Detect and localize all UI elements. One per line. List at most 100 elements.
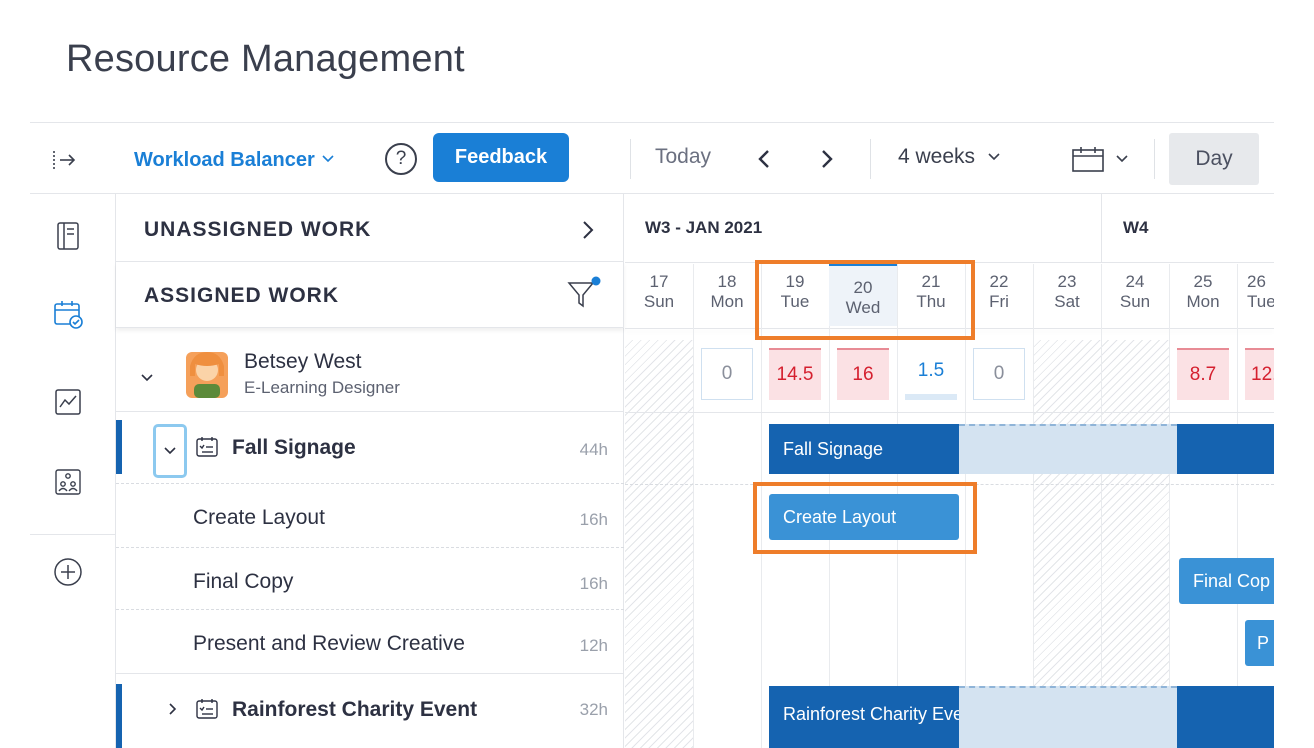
day-of-week: Mon: [710, 292, 744, 311]
project-bar[interactable]: [1177, 424, 1274, 474]
task-row[interactable]: Final Copy 16h: [116, 548, 624, 610]
hours-cell[interactable]: 0: [701, 348, 753, 400]
day-of-week: Mon: [1186, 292, 1220, 311]
day-of-week: Sat: [1054, 292, 1080, 311]
chevron-down-icon: [321, 151, 335, 169]
toolbar: Workload Balancer ? Feedback Today 4 wee…: [30, 122, 1274, 194]
project-icon: [196, 436, 218, 463]
day-header[interactable]: 22 Fri: [965, 264, 1033, 326]
hours-cell[interactable]: 1.5: [905, 348, 957, 400]
task-name: Create Layout: [193, 506, 325, 529]
chevron-right-icon[interactable]: [582, 220, 594, 245]
day-header[interactable]: 25 Mon: [1169, 264, 1237, 326]
day-number: 23: [1057, 272, 1077, 291]
task-bar[interactable]: Final Cop: [1179, 558, 1274, 604]
range-label: 4 weeks: [898, 145, 976, 168]
task-row[interactable]: Present and Review Creative 12h: [116, 610, 624, 674]
assigned-work-label: ASSIGNED WORK: [144, 284, 340, 307]
weekend-shading: [625, 340, 693, 748]
row-divider: [625, 412, 1274, 413]
expand-toggle[interactable]: [153, 424, 187, 478]
project-bar-gap: [959, 686, 1177, 748]
task-hours: 16h: [579, 574, 608, 593]
add-icon[interactable]: [52, 556, 84, 588]
task-row[interactable]: Create Layout 16h: [116, 484, 624, 548]
project-icon: [196, 698, 218, 725]
divider: [1154, 139, 1155, 179]
assigned-work-row: ASSIGNED WORK: [116, 262, 624, 328]
hours-cell-overload[interactable]: 12.: [1245, 348, 1274, 400]
task-name: Present and Review Creative: [193, 632, 465, 655]
today-button[interactable]: Today: [655, 145, 711, 169]
workload-balancer-label: Workload Balancer: [134, 148, 315, 171]
chevron-right-icon[interactable]: [168, 702, 178, 721]
hours-cell-overload[interactable]: 16: [837, 348, 889, 400]
help-button[interactable]: ?: [385, 143, 417, 175]
workload-balancer-dropdown[interactable]: Workload Balancer: [134, 147, 335, 173]
highlight-box: [753, 482, 977, 554]
day-number: 22: [989, 272, 1009, 291]
chevron-right-icon: [822, 150, 833, 168]
project-row[interactable]: Fall Signage 44h: [116, 412, 624, 484]
project-name: Fall Signage: [232, 436, 356, 459]
range-dropdown[interactable]: 4 weeks: [898, 145, 1001, 169]
rail-divider: [30, 534, 116, 535]
day-number: 25: [1193, 272, 1213, 291]
project-name: Rainforest Charity Event: [232, 698, 478, 721]
day-header[interactable]: 17 Sun: [625, 264, 693, 326]
next-period-button[interactable]: [815, 143, 839, 175]
day-header[interactable]: 26 Tue: [1237, 264, 1274, 326]
unassigned-work-row[interactable]: UNASSIGNED WORK: [116, 194, 624, 262]
previous-period-button[interactable]: [752, 143, 776, 175]
day-of-week: Sun: [1119, 292, 1151, 311]
week-label: W3 - JAN 2021: [645, 218, 763, 237]
task-name: Final Copy: [193, 570, 294, 593]
task-bar[interactable]: P: [1245, 620, 1274, 666]
filter-icon[interactable]: [566, 276, 602, 315]
left-rail: [30, 194, 116, 748]
week-label: W4: [1123, 218, 1149, 237]
chevron-down-icon[interactable]: [140, 370, 154, 388]
day-header[interactable]: 18 Mon: [693, 264, 761, 326]
workload-calendar-icon[interactable]: [52, 298, 84, 330]
timeline: W3 - JAN 2021 W4 17 Sun 18 Mon 19 Tue 20 Wed…: [625, 194, 1274, 748]
person-name: Betsey West: [244, 350, 362, 373]
analytics-icon[interactable]: [52, 386, 84, 418]
feedback-button[interactable]: Feedback: [433, 133, 569, 182]
project-accent: [116, 684, 122, 748]
week-divider: [1101, 194, 1102, 262]
chevron-left-icon: [758, 150, 769, 168]
collapse-panel-icon[interactable]: [50, 147, 80, 173]
day-header[interactable]: 23 Sat: [1033, 264, 1101, 326]
projects-icon[interactable]: [52, 220, 84, 252]
team-icon[interactable]: [52, 466, 84, 498]
project-hours: 44h: [579, 440, 608, 459]
avatar: [184, 350, 230, 405]
project-row[interactable]: Rainforest Charity Event 32h: [116, 684, 624, 748]
day-number: 24: [1125, 272, 1145, 291]
grid-line: [1237, 264, 1238, 748]
person-role: E-Learning Designer: [244, 378, 400, 397]
calendar-picker[interactable]: [1065, 143, 1135, 175]
day-header[interactable]: 24 Sun: [1101, 264, 1169, 326]
grid-line: [1169, 264, 1170, 748]
person-row[interactable]: Betsey West E-Learning Designer: [116, 340, 624, 412]
day-of-week: Tue: [1247, 292, 1274, 311]
calendar-icon: [1072, 147, 1104, 172]
day-number: 18: [717, 272, 737, 291]
project-bar[interactable]: [1177, 686, 1274, 748]
hours-cell[interactable]: 0: [973, 348, 1025, 400]
hours-cell-overload[interactable]: 14.5: [769, 348, 821, 400]
task-hours: 12h: [579, 636, 608, 655]
project-bar[interactable]: Fall Signage: [769, 424, 959, 474]
grid-line: [1033, 264, 1034, 748]
chevron-down-icon: [988, 153, 1000, 161]
work-panel: UNASSIGNED WORK ASSIGNED WORK Betsey Wes…: [116, 194, 624, 748]
hours-cell-overload[interactable]: 8.7: [1177, 348, 1229, 400]
project-bar[interactable]: Rainforest Charity Event: [769, 686, 959, 748]
chevron-down-icon: [164, 447, 176, 455]
day-of-week: Fri: [989, 292, 1009, 311]
day-view-button[interactable]: Day: [1169, 133, 1259, 185]
grid-line: [693, 264, 694, 748]
project-accent: [116, 420, 122, 474]
